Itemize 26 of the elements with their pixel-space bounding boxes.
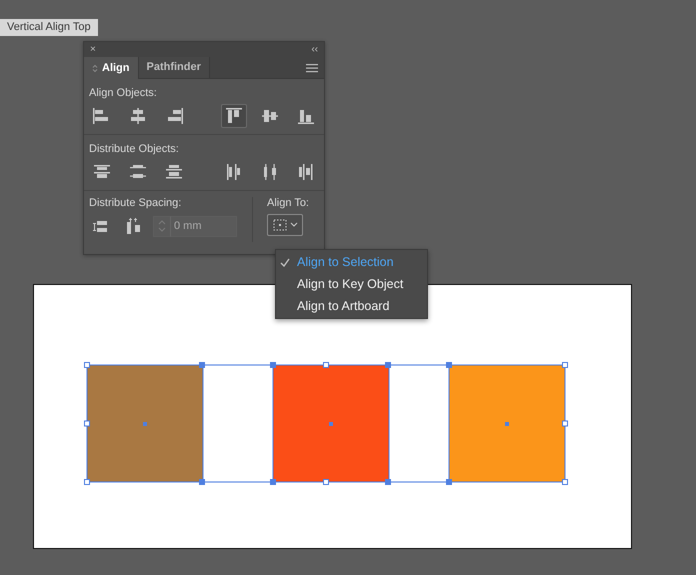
selection-bounds-icon <box>272 218 288 232</box>
close-button[interactable]: × <box>90 44 96 54</box>
menu-icon[interactable] <box>306 62 318 72</box>
center-point <box>505 422 509 426</box>
caret-icon <box>290 222 298 228</box>
menu-item[interactable]: Align to Artboard <box>276 295 427 317</box>
stepper-icon <box>158 220 166 232</box>
align-to-dropdown[interactable] <box>267 214 303 236</box>
menu-item[interactable]: Align to Selection <box>276 251 427 273</box>
align-top-button[interactable] <box>221 104 247 128</box>
align-center-icon <box>128 106 148 126</box>
panel-tab[interactable]: Align <box>84 57 138 79</box>
tooltip: Vertical Align Top <box>0 19 98 36</box>
center-point <box>329 422 333 426</box>
reorder-icon <box>92 64 98 72</box>
section-label: Distribute Spacing: <box>89 197 182 210</box>
selection-frame[interactable] <box>84 362 568 485</box>
section-label: Distribute Objects: <box>89 143 180 156</box>
menu-item[interactable]: Align to Key Object <box>276 273 427 295</box>
panel-tab[interactable]: Pathfinder <box>138 57 210 78</box>
section-label: Align Objects: <box>89 87 158 100</box>
section-label: Align To: <box>267 197 310 210</box>
align-top-icon <box>224 106 244 126</box>
collapse-button[interactable]: ‹‹ <box>311 44 318 54</box>
center-point <box>143 422 147 426</box>
checkmark-icon <box>280 258 290 266</box>
